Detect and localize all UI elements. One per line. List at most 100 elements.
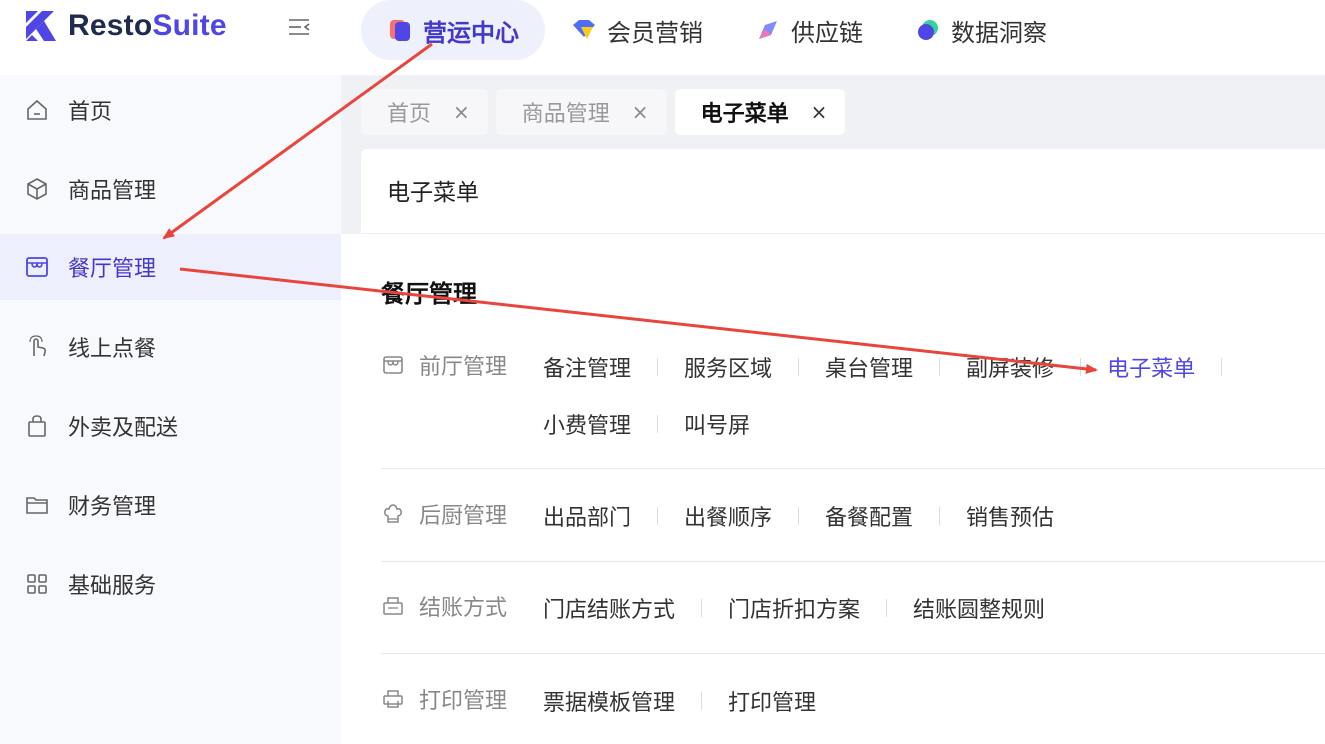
link-e-menu[interactable]: 电子菜单	[1107, 351, 1195, 383]
sidebar-item-label: 线上点餐	[68, 337, 157, 362]
tab-products[interactable]: 商品管理 ×	[495, 89, 667, 135]
sidebar-item-online-ordering[interactable]: 线上点餐	[0, 314, 341, 380]
top-bar: RestoSuite 营运中心 会员营销 供应链 数据洞察	[0, 0, 1325, 75]
supply-chain-icon	[759, 21, 777, 39]
sidebar-item-delivery[interactable]: 外卖及配送	[0, 393, 341, 459]
sidebar-item-home[interactable]: 首页	[0, 77, 341, 143]
topnav-member-marketing[interactable]: 会员营销	[545, 0, 729, 60]
link-receipt-template[interactable]: 票据模板管理	[543, 685, 675, 717]
sidebar-item-restaurant[interactable]: 餐厅管理	[0, 234, 341, 300]
tab-e-menu[interactable]: 电子菜单 ×	[674, 89, 846, 135]
sidebar-item-label: 基础服务	[68, 574, 157, 599]
chef-hat-icon	[384, 504, 402, 523]
sidebar: 首页 商品管理 餐厅管理 线上点餐 外卖及配送 财务管理 基础服务	[0, 75, 341, 744]
divider	[657, 415, 659, 433]
group-header: 结账方式	[381, 590, 507, 622]
link-table-management[interactable]: 桌台管理	[825, 351, 913, 383]
link-serving-order[interactable]: 出餐顺序	[684, 500, 772, 532]
divider	[939, 507, 941, 525]
topnav-label: 供应链	[791, 18, 863, 47]
tab-bar: 首页 × 商品管理 × 电子菜单 ×	[361, 89, 846, 135]
group-name: 打印管理	[419, 689, 508, 714]
sidebar-item-basic-services[interactable]: 基础服务	[0, 551, 341, 617]
tap-hand-icon	[29, 335, 47, 357]
divider	[657, 358, 659, 376]
link-tip-management[interactable]: 小费管理	[543, 408, 631, 440]
checkout-icon	[383, 597, 403, 615]
top-nav: 营运中心 会员营销 供应链 数据洞察	[361, 0, 1073, 60]
topnav-data-insight[interactable]: 数据洞察	[889, 0, 1073, 60]
group-name: 前厅管理	[419, 355, 508, 380]
sidebar-item-finance[interactable]: 财务管理	[0, 472, 341, 538]
tab-home[interactable]: 首页 ×	[361, 89, 488, 135]
home-icon	[27, 99, 47, 120]
restosuite-logo-icon	[26, 11, 56, 41]
divider	[701, 599, 703, 617]
member-marketing-icon	[573, 20, 595, 39]
brand-name: RestoSuite	[68, 9, 227, 42]
link-output-department[interactable]: 出品部门	[543, 500, 631, 532]
topnav-operations[interactable]: 营运中心	[361, 0, 545, 60]
group-links: 备注管理 服务区域 桌台管理 副屏装修 电子菜单 小费管理 叫号屏	[543, 349, 1323, 463]
page-header: 电子菜单	[361, 149, 1325, 234]
divider	[798, 358, 800, 376]
brand-logo[interactable]: RestoSuite	[24, 8, 227, 44]
link-rounding-rules[interactable]: 结账圆整规则	[913, 592, 1045, 624]
tab-label: 商品管理	[521, 102, 610, 127]
restaurant-management-panel: 餐厅管理 前厅管理 备注管理 服务区域 桌台管理 副屏装修 电子菜单 小费管理 …	[341, 234, 1325, 744]
topnav-label: 营运中心	[423, 18, 519, 47]
panel-title: 餐厅管理	[381, 280, 477, 308]
divider	[701, 692, 703, 710]
store-icon	[383, 356, 403, 374]
group-links: 门店结账方式 门店折扣方案 结账圆整规则	[543, 590, 1323, 647]
main-area: 首页 × 商品管理 × 电子菜单 × 电子菜单 餐厅管理 前厅管理 备注管理 服…	[341, 75, 1325, 744]
link-secondary-screen-decoration[interactable]: 副屏装修	[966, 351, 1054, 383]
link-service-area[interactable]: 服务区域	[684, 351, 772, 383]
divider	[1221, 358, 1223, 376]
link-remark-management[interactable]: 备注管理	[543, 351, 631, 383]
grid-icon	[27, 574, 47, 594]
sidebar-item-label: 商品管理	[68, 179, 157, 204]
group-name: 后厨管理	[419, 504, 508, 529]
topnav-label: 数据洞察	[951, 18, 1047, 47]
close-icon[interactable]: ×	[632, 100, 649, 124]
section-divider	[381, 561, 1325, 562]
box-icon	[27, 178, 47, 200]
printer-icon	[383, 690, 403, 708]
section-divider	[381, 468, 1325, 469]
link-store-discount-plans[interactable]: 门店折扣方案	[728, 592, 860, 624]
group-name: 结账方式	[419, 596, 508, 621]
collapse-menu-icon[interactable]	[287, 16, 311, 38]
group-links: 票据模板管理 打印管理	[543, 683, 1323, 740]
divider	[798, 507, 800, 525]
data-insight-icon	[918, 20, 938, 40]
divider	[886, 599, 888, 617]
section-divider	[381, 653, 1325, 654]
link-call-number-screen[interactable]: 叫号屏	[684, 408, 750, 440]
link-prep-config[interactable]: 备餐配置	[825, 500, 913, 532]
sidebar-item-label: 首页	[68, 100, 113, 125]
operations-icon	[390, 20, 410, 41]
divider	[1080, 358, 1082, 376]
group-header: 后厨管理	[381, 498, 507, 530]
group-links: 出品部门 出餐顺序 备餐配置 销售预估	[543, 498, 1323, 555]
topnav-supply-chain[interactable]: 供应链	[729, 0, 889, 60]
tab-label: 电子菜单	[700, 102, 789, 127]
link-sales-forecast[interactable]: 销售预估	[966, 500, 1054, 532]
folder-icon	[26, 497, 48, 514]
sidebar-item-label: 财务管理	[68, 495, 157, 520]
sidebar-item-products[interactable]: 商品管理	[0, 156, 341, 222]
close-icon[interactable]: ×	[811, 100, 828, 124]
link-print-management[interactable]: 打印管理	[728, 685, 816, 717]
sidebar-item-label: 餐厅管理	[68, 257, 157, 282]
store-icon	[26, 257, 48, 277]
close-icon[interactable]: ×	[453, 100, 470, 124]
bag-icon	[28, 415, 46, 437]
divider	[657, 507, 659, 525]
link-store-payment-methods[interactable]: 门店结账方式	[543, 592, 675, 624]
divider	[939, 358, 941, 376]
topnav-label: 会员营销	[607, 18, 703, 47]
page-title: 电子菜单	[387, 180, 479, 206]
group-header: 打印管理	[381, 683, 507, 715]
sidebar-item-label: 外卖及配送	[68, 416, 179, 441]
